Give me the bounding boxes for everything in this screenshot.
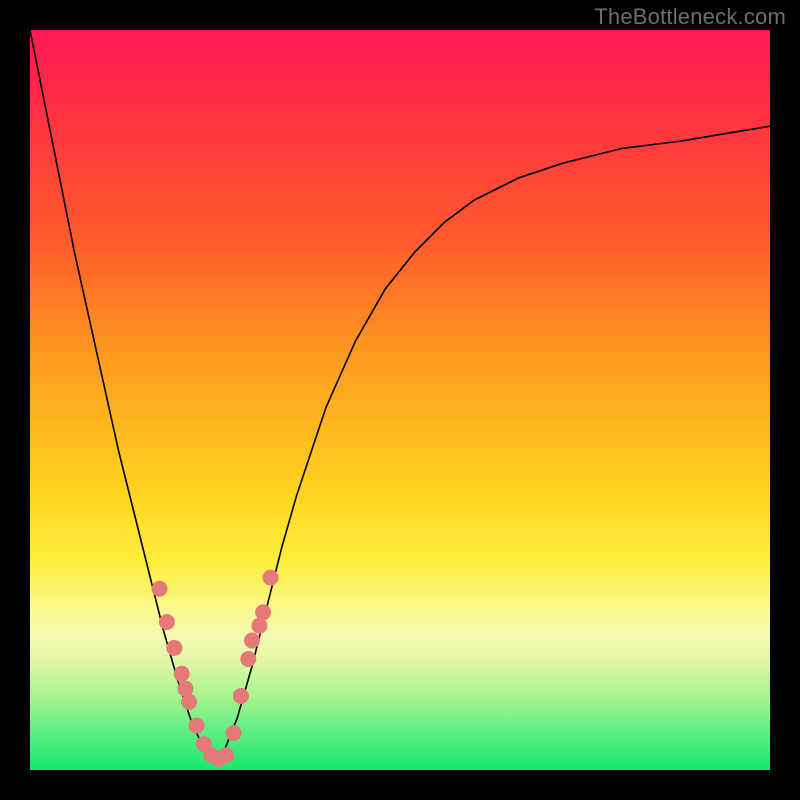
data-marker	[226, 725, 242, 741]
data-marker	[233, 688, 249, 704]
chart-svg	[30, 30, 770, 770]
data-marker	[189, 718, 205, 734]
data-marker	[218, 747, 234, 763]
data-marker	[240, 651, 256, 667]
data-markers	[152, 570, 279, 767]
data-marker	[255, 604, 271, 620]
bottleneck-curve	[30, 30, 770, 763]
data-marker	[244, 633, 260, 649]
data-marker	[181, 694, 197, 710]
data-marker	[166, 640, 182, 656]
chart-frame: TheBottleneck.com	[0, 0, 800, 800]
data-marker	[174, 666, 190, 682]
watermark-text: TheBottleneck.com	[594, 4, 786, 30]
data-marker	[152, 581, 168, 597]
plot-area	[30, 30, 770, 770]
data-marker	[159, 614, 175, 630]
data-marker	[263, 570, 279, 586]
